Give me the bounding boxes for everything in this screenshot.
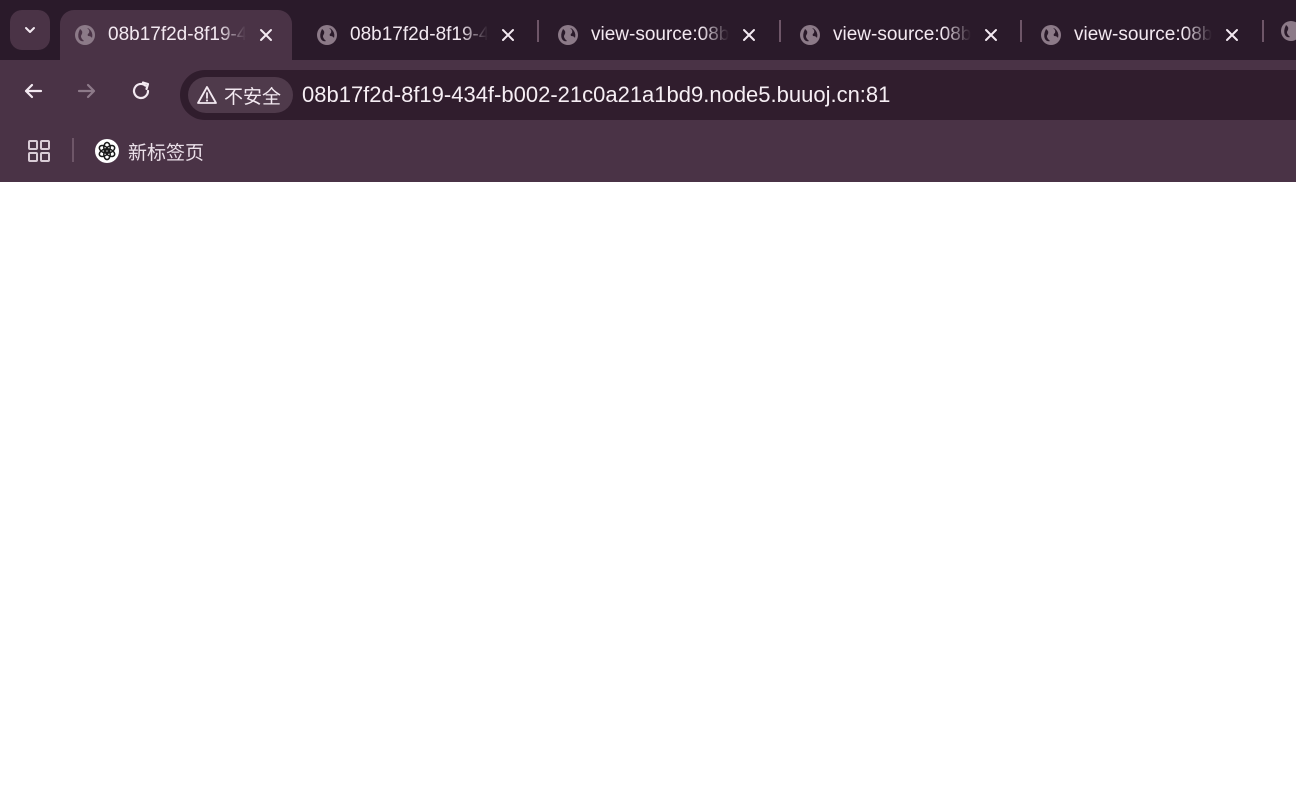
close-icon <box>502 29 514 41</box>
apps-grid-icon <box>28 140 50 162</box>
chevron-down-icon <box>25 27 35 33</box>
tab-title: view-source:08b17f2d-8f19-434f-b002-21c0… <box>591 24 729 45</box>
browser-window: 08b17f2d-8f19-434f-b002-21c0a21a1bd9.nod… <box>0 0 1296 786</box>
globe-icon <box>558 25 578 45</box>
tab-close-button[interactable] <box>737 23 761 47</box>
chatgpt-logo-icon <box>95 139 119 163</box>
back-button[interactable] <box>16 74 50 108</box>
forward-button[interactable] <box>70 74 104 108</box>
tab-2[interactable]: 08b17f2d-8f19-434f-b002-21c0a21a1bd9.nod… <box>302 10 534 60</box>
tab-4[interactable]: view-source:08b17f2d-8f19-434f-b002-21c0… <box>785 10 1017 60</box>
address-bar[interactable]: 不安全 08b17f2d-8f19-434f-b002-21c0a21a1bd9… <box>180 70 1296 120</box>
close-icon <box>743 29 755 41</box>
globe-icon <box>800 25 820 45</box>
bookmark-label: 新标签页 <box>128 142 205 164</box>
apps-button[interactable] <box>24 136 54 166</box>
tab-close-button[interactable] <box>979 23 1003 47</box>
reload-button[interactable] <box>124 74 158 108</box>
tab-title: 08b17f2d-8f19-434f-b002-21c0a21a1bd9.nod… <box>350 24 488 45</box>
tab-title: view-source:08b17f2d-8f19-434f-b002-21c0… <box>833 24 971 45</box>
security-indicator[interactable]: 不安全 <box>188 77 294 113</box>
tab-title: view-source:08b17f2d-8f19-434f-b002-21c0… <box>1074 24 1212 45</box>
close-icon <box>260 29 272 41</box>
security-label: 不安全 <box>224 86 282 108</box>
tab-3[interactable]: view-source:08b17f2d-8f19-434f-b002-21c0… <box>543 10 775 60</box>
page-content[interactable] <box>0 182 1296 786</box>
toolbar: 不安全 08b17f2d-8f19-434f-b002-21c0a21a1bd9… <box>0 60 1296 122</box>
globe-icon <box>1041 25 1061 45</box>
bookmarks-separator <box>72 138 74 162</box>
close-icon <box>985 29 997 41</box>
arrow-right-icon <box>77 83 96 99</box>
url-text[interactable]: 08b17f2d-8f19-434f-b002-21c0a21a1bd9.nod… <box>302 82 890 108</box>
globe-icon <box>317 25 337 45</box>
tab-separator <box>537 20 539 42</box>
close-icon <box>1226 29 1238 41</box>
globe-icon[interactable] <box>1280 20 1296 42</box>
tab-separator <box>779 20 781 42</box>
tab-close-button[interactable] <box>254 23 278 47</box>
tab-5[interactable]: view-source:08b17f2d-8f19-434f-b002-21c0… <box>1026 10 1258 60</box>
tab-1[interactable]: 08b17f2d-8f19-434f-b002-21c0a21a1bd9.nod… <box>60 10 292 60</box>
tab-separator <box>1262 20 1264 42</box>
warning-icon <box>197 86 217 104</box>
bookmarks-bar: 新标签页 <box>0 122 1296 182</box>
bookmark-item-new-tab[interactable]: 新标签页 <box>94 136 204 166</box>
tab-close-button[interactable] <box>1220 23 1244 47</box>
tab-close-button[interactable] <box>496 23 520 47</box>
tab-title: 08b17f2d-8f19-434f-b002-21c0a21a1bd9.nod… <box>108 24 246 45</box>
tab-separator <box>1020 20 1022 42</box>
tab-strip: 08b17f2d-8f19-434f-b002-21c0a21a1bd9.nod… <box>0 0 1296 60</box>
reload-icon <box>132 81 150 100</box>
arrow-left-icon <box>24 83 43 99</box>
globe-icon <box>75 25 95 45</box>
tab-search-button[interactable] <box>10 10 50 50</box>
